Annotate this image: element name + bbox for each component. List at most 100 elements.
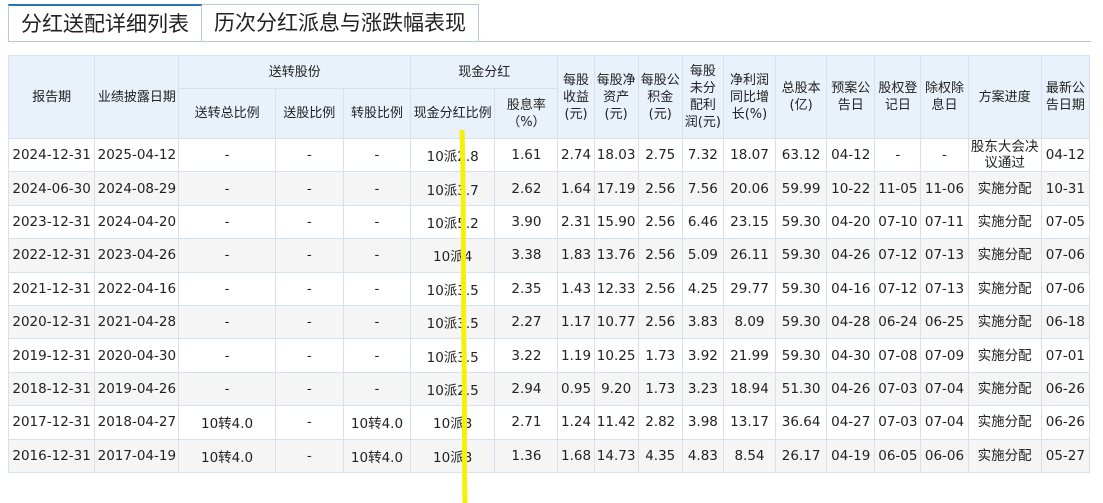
cell-np-growth: 20.06 <box>722 171 777 206</box>
cell-report-period: 2018-12-31 <box>7 371 96 407</box>
cell-np-growth: 23.15 <box>722 204 777 240</box>
table-row: 2024-06-30 2024-08-29- - -10派3.7 2.62 1.64 17.… <box>7 171 1091 206</box>
cell-total-shares: 59.30 <box>775 238 828 273</box>
cell-eps: 1.17 <box>557 304 595 340</box>
table-row: 2021-12-31 2022-04-16- - -10派3.5 2.35 1.43 12.… <box>7 271 1091 306</box>
cell-navps: 13.76 <box>593 238 639 273</box>
cell-latest-date: 06-26 <box>1040 371 1091 407</box>
cell-undistributed: 7.32 <box>681 137 724 173</box>
cell-reserve: 2.56 <box>637 171 683 206</box>
cell-total-shares: 59.99 <box>775 171 828 206</box>
cell-report-period: 2023-12-31 <box>7 204 96 240</box>
cell-disclosure-date: 2024-08-29 <box>94 171 180 206</box>
highlighter-mark <box>459 130 468 503</box>
tab-dividend-detail[interactable]: 分红送配详细列表 <box>8 4 202 42</box>
cell-progress: 股东大会决议通过 <box>967 137 1042 173</box>
dividend-table-body: 2024-12-31 2025-04-12- - -10派2.8 1.61 2.74 18.… <box>7 137 1091 473</box>
header-transfer-ratio: 转股比例 <box>342 88 412 139</box>
cell-disclosure-date: 2018-04-27 <box>94 405 180 440</box>
cell-np-growth: 13.17 <box>722 405 777 440</box>
header-bonus-total: 送转总比例 <box>178 88 276 139</box>
cell-bonus-ratio: - <box>274 204 344 240</box>
cell-total-shares: 59.30 <box>775 338 828 373</box>
cell-yield: 2.62 <box>494 171 559 206</box>
header-cash-ratio: 现金分红比例 <box>410 88 496 139</box>
cell-record-date: 07-08 <box>874 338 922 373</box>
cell-bonus-total: - <box>178 371 276 407</box>
cell-navps: 18.03 <box>593 137 639 173</box>
cell-plan-date: 04-12 <box>826 137 876 173</box>
cell-undistributed: 4.25 <box>681 271 724 306</box>
cell-report-period: 2022-12-31 <box>7 238 96 273</box>
cell-bonus-ratio: - <box>274 304 344 340</box>
cell-bonus-total: - <box>178 338 276 373</box>
cell-disclosure-date: 2025-04-12 <box>94 137 180 173</box>
cell-cash-ratio: 10派3 <box>410 405 496 440</box>
cell-latest-date: 07-06 <box>1040 238 1091 273</box>
cell-navps: 10.25 <box>593 338 639 373</box>
cell-transfer-ratio: 10转4.0 <box>342 438 412 473</box>
cell-record-date: 06-05 <box>874 438 922 473</box>
cell-bonus-total: - <box>178 171 276 206</box>
cell-report-period: 2024-12-31 <box>7 137 96 173</box>
cell-total-shares: 36.64 <box>775 405 828 440</box>
cell-cash-ratio: 10派3.5 <box>410 338 496 373</box>
cell-reserve: 2.75 <box>637 137 683 173</box>
cell-np-growth: 26.11 <box>722 238 777 273</box>
cell-plan-date: 04-26 <box>826 238 876 273</box>
cell-yield: 3.22 <box>494 338 559 373</box>
cell-eps: 1.24 <box>557 405 595 440</box>
cell-report-period: 2024-06-30 <box>7 171 96 206</box>
header-np-growth: 净利润同比增长(%) <box>722 55 777 139</box>
cell-np-growth: 29.77 <box>722 271 777 306</box>
cell-disclosure-date: 2024-04-20 <box>94 204 180 240</box>
cell-progress: 实施分配 <box>967 204 1042 240</box>
cell-cash-ratio: 10派4 <box>410 238 496 273</box>
cell-transfer-ratio: 10转4.0 <box>342 405 412 440</box>
cell-eps: 1.19 <box>557 338 595 373</box>
cell-np-growth: 8.54 <box>722 438 777 473</box>
cell-ex-date: 07-11 <box>920 204 969 240</box>
cell-bonus-total: - <box>178 304 276 340</box>
cell-total-shares: 51.30 <box>775 371 828 407</box>
cell-transfer-ratio: - <box>342 371 412 407</box>
cell-cash-ratio: 10派2.8 <box>410 137 496 173</box>
cell-latest-date: 10-31 <box>1040 171 1091 206</box>
header-record-date: 股权登记日 <box>874 55 922 139</box>
cell-progress: 实施分配 <box>967 171 1042 206</box>
cell-bonus-ratio: - <box>274 171 344 206</box>
cell-reserve: 1.73 <box>637 371 683 407</box>
cell-reserve: 4.35 <box>637 438 683 473</box>
cell-navps: 15.90 <box>593 204 639 240</box>
cell-bonus-total: - <box>178 238 276 273</box>
cell-undistributed: 6.46 <box>681 204 724 240</box>
cell-undistributed: 3.98 <box>681 405 724 440</box>
header-plan-date: 预案公告日 <box>826 55 876 139</box>
header-bonus-group: 送转股份 <box>178 55 412 89</box>
cell-yield: 1.36 <box>494 438 559 473</box>
cell-yield: 3.90 <box>494 204 559 240</box>
cell-cash-ratio: 10派3 <box>410 438 496 473</box>
cell-record-date: 07-03 <box>874 405 922 440</box>
cell-reserve: 2.56 <box>637 204 683 240</box>
cell-undistributed: 5.09 <box>681 238 724 273</box>
cell-latest-date: 07-05 <box>1040 204 1091 240</box>
table-row: 2016-12-31 2017-04-19 10转4.0-10转4.0 10派3 1.3… <box>7 438 1091 473</box>
cell-undistributed: 3.23 <box>681 371 724 407</box>
cell-yield: 2.27 <box>494 304 559 340</box>
cell-reserve: 2.56 <box>637 271 683 306</box>
table-row: 2018-12-31 2019-04-26- - -10派2.5 2.94 0.95 9.2… <box>7 371 1091 407</box>
cell-record-date: 07-03 <box>874 371 922 407</box>
tab-dividend-history[interactable]: 历次分红派息与涨跌幅表现 <box>202 4 479 42</box>
cell-cash-ratio: 10派2.5 <box>410 371 496 407</box>
cell-record-date: 07-12 <box>874 271 922 306</box>
cell-eps: 2.74 <box>557 137 595 173</box>
cell-bonus-ratio: - <box>274 338 344 373</box>
cell-disclosure-date: 2020-04-30 <box>94 338 180 373</box>
cell-report-period: 2016-12-31 <box>7 438 96 473</box>
cell-plan-date: 04-20 <box>826 204 876 240</box>
cell-plan-date: 04-28 <box>826 304 876 340</box>
cell-ex-date: - <box>920 137 969 173</box>
cell-plan-date: 04-16 <box>826 271 876 306</box>
cell-progress: 实施分配 <box>967 271 1042 306</box>
